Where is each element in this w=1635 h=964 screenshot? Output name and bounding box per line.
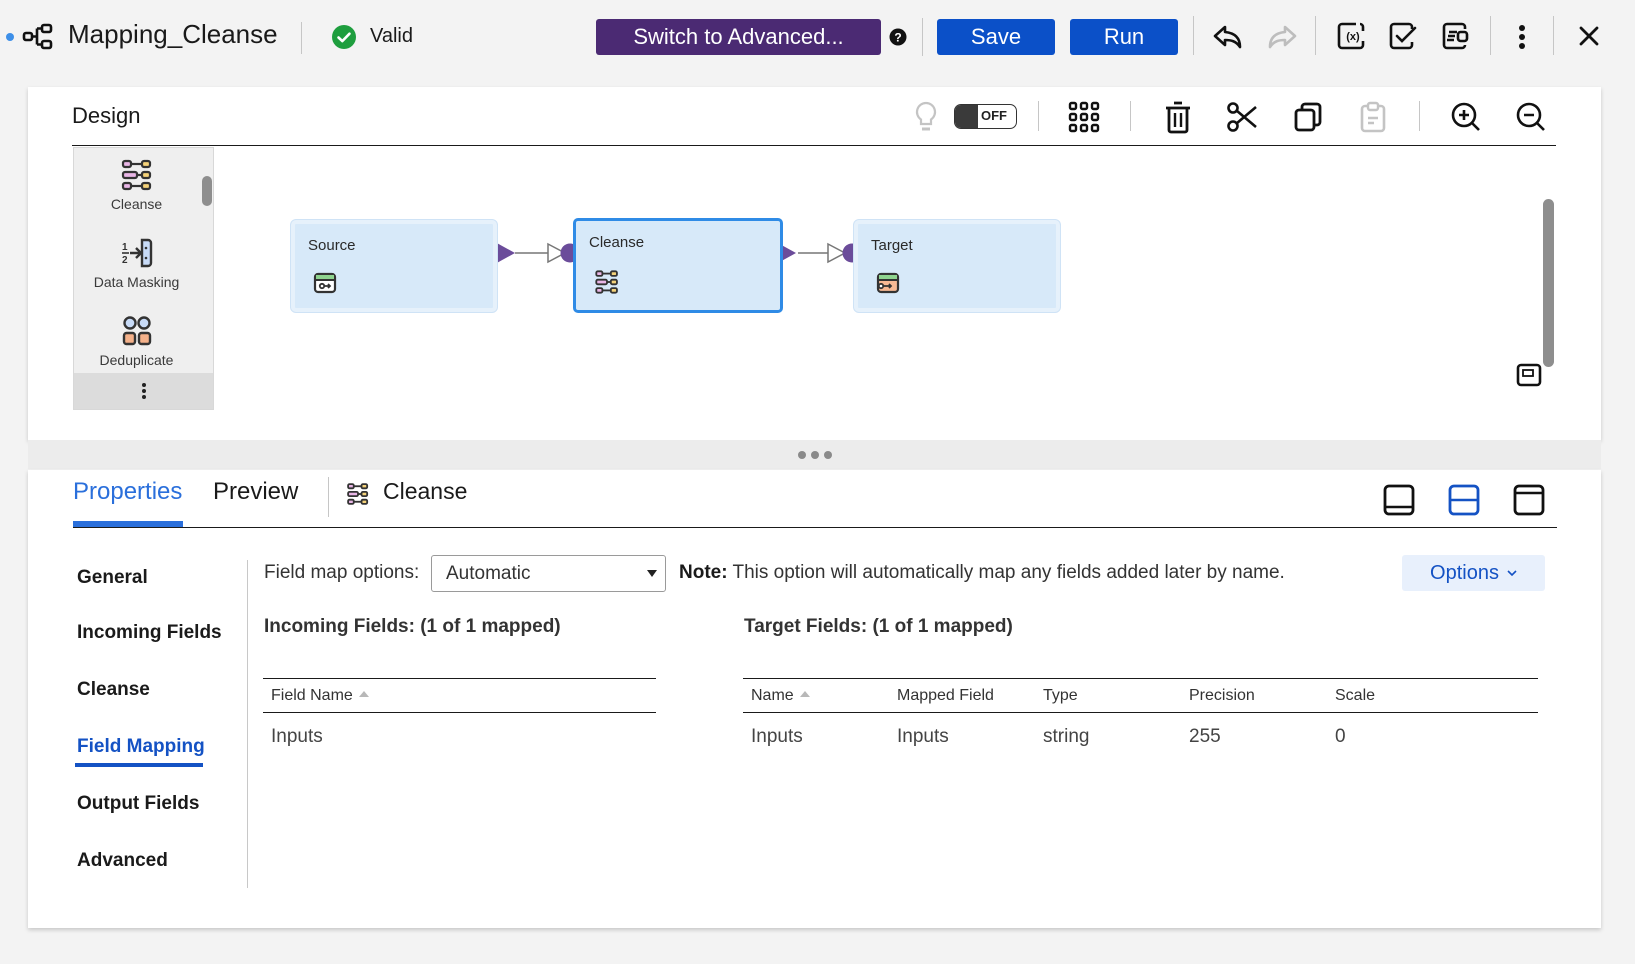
properties-panel: Properties Preview Cleanse General Incom…	[28, 470, 1601, 928]
cell-precision: 255	[1189, 726, 1221, 747]
field-map-note: Note: This option will automatically map…	[679, 562, 1285, 584]
options-button[interactable]: Options	[1402, 555, 1545, 591]
divider	[922, 18, 923, 56]
layout-top-icon[interactable]	[1511, 482, 1547, 518]
canvas-scrollbar[interactable]	[1543, 199, 1554, 367]
node-cleanse[interactable]: Cleanse	[573, 218, 783, 313]
svg-text:(x): (x)	[1346, 31, 1360, 43]
nav-output-fields[interactable]: Output Fields	[77, 793, 199, 815]
target-icon	[876, 272, 900, 294]
field-map-options-select[interactable]: Automatic	[431, 555, 666, 592]
validate-icon[interactable]	[1385, 18, 1421, 54]
sort-ascending-icon	[799, 691, 810, 697]
column-header-type[interactable]: Type	[1043, 687, 1078, 705]
dropdown-caret-icon	[647, 570, 657, 577]
cell-name: Inputs	[751, 726, 803, 747]
divider	[1553, 16, 1554, 55]
mapping-canvas-links	[495, 242, 862, 264]
node-target[interactable]: Target	[854, 220, 1060, 312]
nav-general[interactable]: General	[77, 567, 148, 589]
redo-icon[interactable]	[1264, 20, 1300, 54]
splitter-dot	[797, 450, 806, 459]
node-label: Cleanse	[589, 234, 645, 251]
cell-mapped-field: Inputs	[897, 726, 949, 747]
cell-field-name: Inputs	[271, 726, 323, 747]
link-source-cleanse	[495, 242, 580, 264]
column-label: Field Name	[271, 687, 353, 704]
column-header-precision[interactable]: Precision	[1189, 687, 1255, 705]
cell-scale: 0	[1335, 726, 1346, 747]
field-map-options-label: Field map options:	[264, 562, 420, 583]
table-row[interactable]: Inputs	[263, 713, 656, 759]
nav-cleanse[interactable]: Cleanse	[77, 679, 150, 701]
source-icon	[313, 272, 337, 294]
nav-incoming-fields[interactable]: Incoming Fields	[77, 622, 222, 644]
tab-properties[interactable]: Properties	[73, 478, 182, 506]
parameters-icon[interactable]: (x)	[1333, 18, 1369, 54]
selected-object-label: Cleanse	[383, 478, 468, 504]
nav-divider	[247, 560, 248, 888]
svg-text:?: ?	[894, 31, 901, 45]
divider	[301, 22, 302, 54]
column-header-name[interactable]: Name	[751, 687, 810, 705]
save-button[interactable]: Save	[937, 19, 1055, 55]
divider	[1193, 16, 1194, 55]
select-value: Automatic	[446, 563, 531, 584]
undo-icon[interactable]	[1210, 20, 1246, 54]
tab-preview[interactable]: Preview	[213, 478, 298, 506]
divider	[1315, 16, 1316, 55]
column-header-field-name[interactable]: Field Name	[271, 687, 369, 705]
chevron-down-icon	[1507, 569, 1517, 576]
active-nav-indicator	[75, 763, 203, 767]
run-button[interactable]: Run	[1070, 19, 1178, 55]
cell-type: string	[1043, 726, 1090, 747]
close-icon[interactable]	[1573, 20, 1605, 52]
target-fields-table: Name Mapped Field Type Precision Scale I…	[743, 678, 1538, 759]
target-fields-title: Target Fields: (1 of 1 mapped)	[744, 616, 1013, 637]
column-header-scale[interactable]: Scale	[1335, 687, 1375, 705]
options-label: Options	[1430, 561, 1499, 584]
link-cleanse-target	[776, 242, 862, 264]
table-header: Field Name	[263, 679, 656, 713]
node-source[interactable]: Source	[291, 220, 497, 312]
splitter-dot	[810, 450, 819, 459]
layout-split-icon[interactable]	[1446, 482, 1482, 518]
top-bar: Mapping_Cleanse Valid Switch to Advanced…	[0, 0, 1635, 74]
node-label: Source	[308, 237, 356, 254]
panel-splitter[interactable]	[28, 440, 1601, 469]
node-label: Target	[871, 237, 913, 254]
cleanse-icon	[594, 269, 620, 295]
validation-status: Valid	[370, 25, 413, 47]
note-text: This option will automatically map any f…	[727, 562, 1285, 583]
table-row[interactable]: Inputs Inputs string 255 0	[743, 713, 1538, 759]
nav-field-mapping[interactable]: Field Mapping	[77, 736, 205, 758]
unsaved-indicator	[6, 33, 14, 41]
column-header-mapped-field[interactable]: Mapped Field	[897, 687, 994, 705]
divider	[328, 477, 329, 517]
nav-advanced[interactable]: Advanced	[77, 850, 168, 872]
table-header: Name Mapped Field Type Precision Scale	[743, 679, 1538, 713]
sort-ascending-icon	[358, 691, 369, 697]
cleanse-icon	[346, 482, 370, 506]
mapping-title: Mapping_Cleanse	[68, 19, 278, 49]
incoming-fields-table: Field Name Inputs	[263, 678, 656, 759]
mapping-icon	[22, 23, 54, 51]
switch-to-advanced-button[interactable]: Switch to Advanced...	[596, 19, 881, 55]
column-label: Name	[751, 687, 794, 704]
splitter-dot	[823, 450, 832, 459]
valid-check-icon	[331, 24, 357, 50]
note-prefix: Note:	[679, 562, 728, 583]
incoming-fields-title: Incoming Fields: (1 of 1 mapped)	[264, 616, 561, 637]
divider	[1490, 16, 1491, 55]
layout-bottom-icon[interactable]	[1381, 482, 1417, 518]
tabs-divider	[73, 527, 1557, 528]
more-menu-icon[interactable]	[1508, 20, 1536, 54]
overview-icon[interactable]	[1514, 361, 1544, 389]
design-panel: Design OFF Cleanse 1 2 Data Masking Dedu…	[28, 87, 1601, 440]
help-icon[interactable]: ?	[888, 27, 908, 47]
job-properties-icon[interactable]	[1438, 18, 1474, 54]
